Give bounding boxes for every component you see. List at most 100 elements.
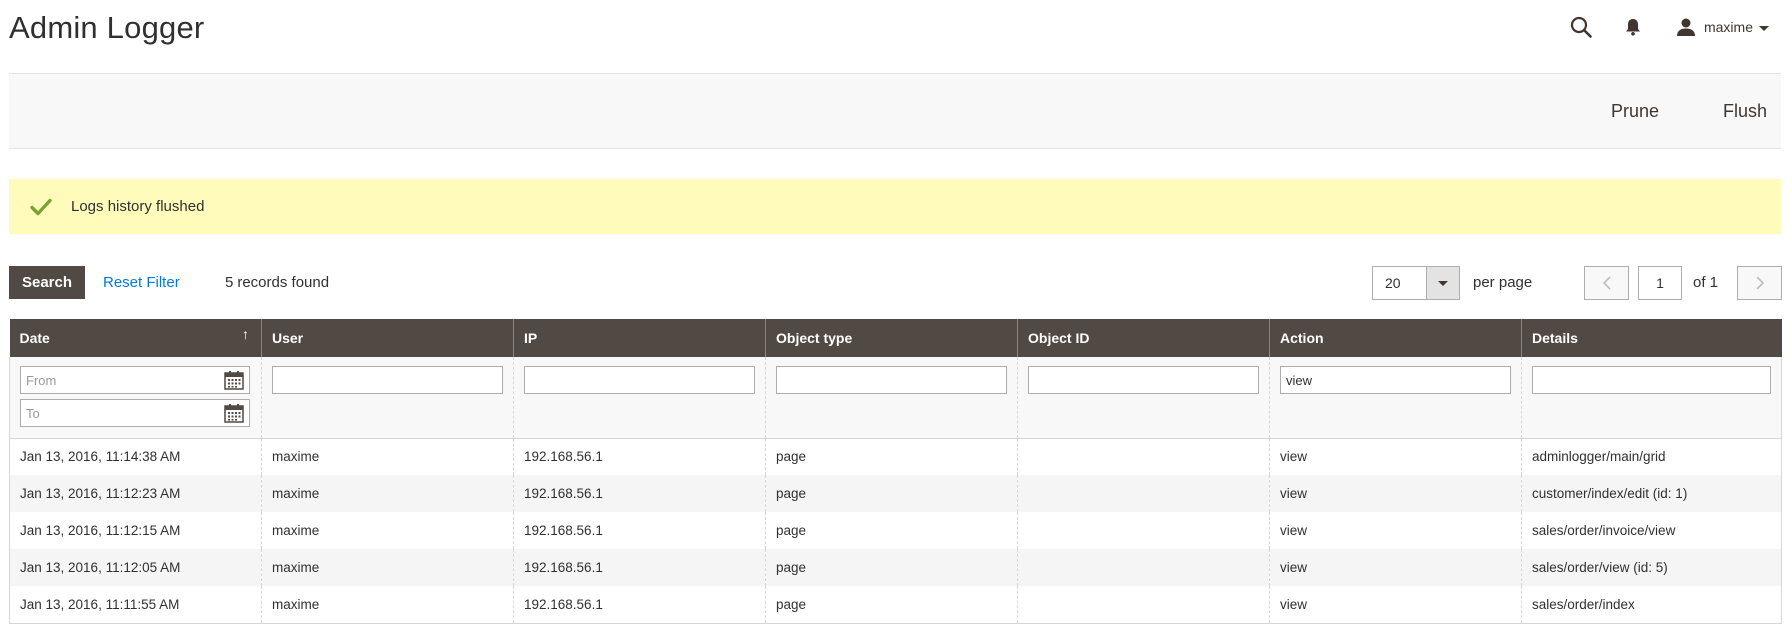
cell-object-id (1017, 475, 1270, 512)
page-title: Admin Logger (9, 10, 205, 45)
cell-ip: 192.168.56.1 (513, 586, 766, 624)
column-header-date[interactable]: Date ↑ (9, 319, 262, 357)
cell-user: maxime (261, 586, 514, 624)
date-from-wrap (20, 366, 250, 394)
global-search-button[interactable] (1566, 12, 1596, 42)
cell-user: maxime (261, 438, 514, 475)
cell-user: maxime (261, 475, 514, 512)
user-icon (1676, 18, 1695, 36)
details-filter-input[interactable] (1532, 366, 1771, 394)
cell-ip: 192.168.56.1 (513, 512, 766, 549)
table-row[interactable]: Jan 13, 2016, 11:14:38 AM maxime 192.168.5… (9, 438, 1782, 475)
cell-user: maxime (261, 512, 514, 549)
message-text: Logs history flushed (71, 198, 205, 215)
cell-object-type: page (765, 549, 1018, 586)
chevron-down-icon (1759, 25, 1769, 31)
search-button[interactable]: Search (9, 266, 85, 299)
filter-cell-ip (513, 357, 766, 439)
cell-date: Jan 13, 2016, 11:12:15 AM (9, 512, 262, 549)
grid-toolbar: Search Reset Filter 5 records found 20 pe… (9, 266, 1782, 300)
page-header: Admin Logger maxime (9, 0, 1781, 72)
cell-action: view (1269, 438, 1522, 475)
total-pages-label: of 1 (1693, 274, 1719, 291)
user-account-menu[interactable]: maxime (1676, 18, 1769, 36)
cell-date: Jan 13, 2016, 11:12:05 AM (9, 549, 262, 586)
cell-object-id (1017, 586, 1270, 624)
reset-filter-link[interactable]: Reset Filter (103, 274, 180, 291)
header-actions: maxime (1566, 12, 1781, 42)
current-page-input[interactable] (1638, 266, 1682, 300)
previous-page-button[interactable] (1584, 266, 1629, 300)
cell-object-type: page (765, 438, 1018, 475)
check-icon (29, 195, 53, 219)
next-page-button[interactable] (1737, 266, 1782, 300)
cell-ip: 192.168.56.1 (513, 549, 766, 586)
cell-date: Jan 13, 2016, 11:14:38 AM (9, 438, 262, 475)
column-header-object-type[interactable]: Object type (765, 319, 1018, 357)
column-header-action[interactable]: Action (1269, 319, 1522, 357)
page-root: Admin Logger maxime Prune Flush Logs his… (0, 0, 1792, 637)
filter-cell-user (261, 357, 514, 439)
user-name: maxime (1703, 19, 1753, 35)
filter-row (9, 357, 1782, 439)
date-from-input[interactable] (20, 366, 250, 394)
calendar-icon[interactable] (224, 370, 244, 390)
per-page-label: per page (1473, 274, 1533, 291)
column-header-ip[interactable]: IP (513, 319, 766, 357)
user-filter-input[interactable] (272, 366, 503, 394)
flush-button[interactable]: Flush (1723, 74, 1767, 148)
filter-cell-action (1269, 357, 1522, 439)
cell-object-type: page (765, 475, 1018, 512)
calendar-icon[interactable] (224, 403, 244, 423)
filter-cell-date (9, 357, 262, 439)
cell-action: view (1269, 586, 1522, 624)
cell-action: view (1269, 512, 1522, 549)
sort-ascending-icon: ↑ (242, 326, 249, 342)
cell-ip: 192.168.56.1 (513, 475, 766, 512)
object-id-filter-input[interactable] (1028, 366, 1259, 394)
cell-object-id (1017, 438, 1270, 475)
grid-header-row: Date ↑ User IP Object type Object ID Act… (9, 319, 1782, 357)
table-row[interactable]: Jan 13, 2016, 11:12:05 AM maxime 192.168.5… (9, 549, 1782, 586)
cell-user: maxime (261, 549, 514, 586)
cell-ip: 192.168.56.1 (513, 438, 766, 475)
page-size-value: 20 (1385, 275, 1401, 291)
records-found: 5 records found (225, 274, 329, 291)
table-row[interactable]: Jan 13, 2016, 11:12:23 AM maxime 192.168.5… (9, 475, 1782, 512)
page-actions-bar: Prune Flush (9, 73, 1781, 149)
records-count: 5 (225, 274, 234, 291)
success-message: Logs history flushed (9, 179, 1781, 234)
column-header-user[interactable]: User (261, 319, 514, 357)
prune-button[interactable]: Prune (1611, 74, 1659, 148)
cell-object-type: page (765, 512, 1018, 549)
cell-details: sales/order/index (1521, 586, 1782, 624)
date-to-wrap (20, 399, 250, 427)
cell-details: adminlogger/main/grid (1521, 438, 1782, 475)
cell-action: view (1269, 475, 1522, 512)
cell-date: Jan 13, 2016, 11:12:23 AM (9, 475, 262, 512)
date-to-input[interactable] (20, 399, 250, 427)
table-row[interactable]: Jan 13, 2016, 11:12:15 AM maxime 192.168.5… (9, 512, 1782, 549)
cell-details: sales/order/view (id: 5) (1521, 549, 1782, 586)
notifications-button[interactable] (1618, 12, 1648, 42)
cell-details: customer/index/edit (id: 1) (1521, 475, 1782, 512)
search-icon (1570, 16, 1592, 38)
filter-cell-object-id (1017, 357, 1270, 439)
action-filter-input[interactable] (1280, 366, 1511, 394)
filter-cell-details (1521, 357, 1782, 439)
records-label: records found (237, 274, 330, 291)
log-grid: Date ↑ User IP Object type Object ID Act… (9, 319, 1782, 624)
cell-object-id (1017, 549, 1270, 586)
table-row[interactable]: Jan 13, 2016, 11:11:55 AM maxime 192.168.5… (9, 586, 1782, 624)
page-size-toggle[interactable] (1426, 267, 1459, 299)
column-label: Date (19, 330, 50, 346)
ip-filter-input[interactable] (524, 366, 755, 394)
chevron-left-icon (1602, 276, 1611, 290)
object-type-filter-input[interactable] (776, 366, 1007, 394)
chevron-right-icon (1755, 276, 1764, 290)
bell-icon (1625, 19, 1640, 36)
page-size-select[interactable]: 20 (1372, 266, 1460, 300)
cell-details: sales/order/invoice/view (1521, 512, 1782, 549)
column-header-details[interactable]: Details (1521, 319, 1782, 357)
column-header-object-id[interactable]: Object ID (1017, 319, 1270, 357)
